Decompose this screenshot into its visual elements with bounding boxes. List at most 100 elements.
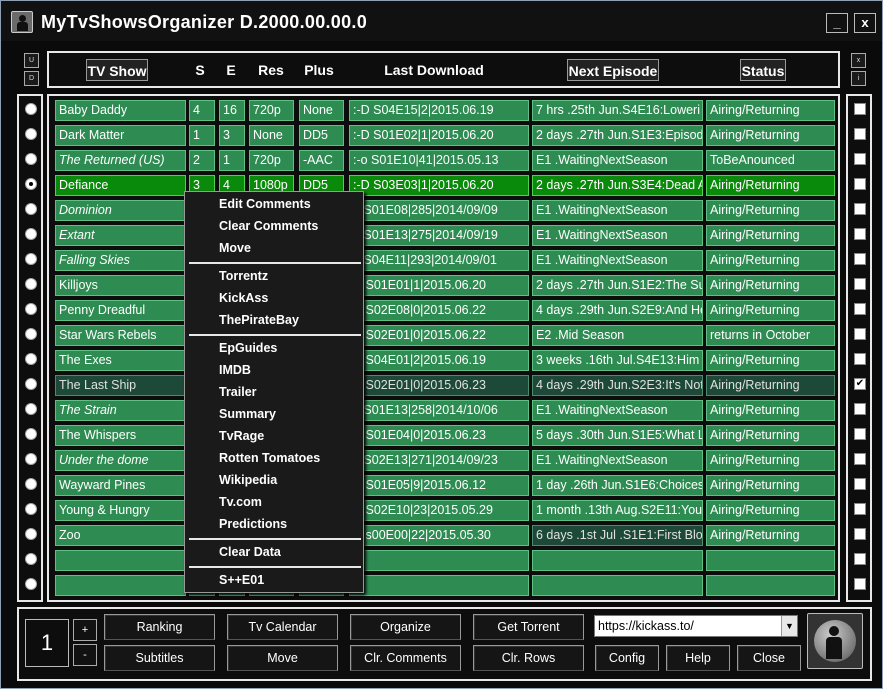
status-cell[interactable]: Airing/Returning — [706, 300, 835, 321]
status-cell[interactable]: Airing/Returning — [706, 500, 835, 521]
episode-cell[interactable]: 3 — [219, 125, 245, 146]
last-download-cell[interactable]: D S01E04|0|2015.06.23 — [349, 425, 529, 446]
row-radio[interactable] — [25, 128, 37, 140]
next-episode-cell[interactable]: 6 days .1st Jul .S1E1:First Bloo — [532, 525, 703, 546]
header-plus[interactable]: Plus — [301, 59, 337, 81]
status-cell[interactable]: Airing/Returning — [706, 175, 835, 196]
row-radio[interactable] — [25, 578, 37, 590]
next-episode-cell[interactable]: 1 month .13th Aug.S2E11:Your — [532, 500, 703, 521]
status-cell[interactable]: Airing/Returning — [706, 125, 835, 146]
show-name-cell[interactable]: Dark Matter — [55, 125, 186, 146]
show-name-cell[interactable]: The Exes — [55, 350, 186, 371]
next-episode-cell[interactable]: E2 .Mid Season — [532, 325, 703, 346]
status-cell[interactable]: Airing/Returning — [706, 100, 835, 121]
menu-item-trailer[interactable]: Trailer — [219, 382, 257, 402]
row-checkbox[interactable] — [854, 178, 866, 190]
menu-item-predictions[interactable]: Predictions — [219, 514, 287, 534]
show-name-cell[interactable] — [55, 575, 186, 596]
last-download-cell[interactable]: D s00E00|22|2015.05.30 — [349, 525, 529, 546]
status-cell[interactable]: Airing/Returning — [706, 375, 835, 396]
show-name-cell[interactable]: Killjoys — [55, 275, 186, 296]
menu-item-clear-data[interactable]: Clear Data — [219, 542, 281, 562]
last-download-cell[interactable]: o S01E13|275|2014/09/19 — [349, 225, 529, 246]
torrent-site-select[interactable]: https://kickass.to/ ▼ — [594, 615, 798, 637]
show-name-cell[interactable]: Baby Daddy — [55, 100, 186, 121]
row-checkbox[interactable] — [854, 103, 866, 115]
organize-button[interactable]: Organize — [350, 614, 461, 640]
menu-item-tvrage[interactable]: TvRage — [219, 426, 264, 446]
last-download-cell[interactable] — [349, 575, 529, 596]
show-name-cell[interactable]: Falling Skies — [55, 250, 186, 271]
row-radio[interactable] — [25, 153, 37, 165]
next-episode-cell[interactable]: 7 hrs .25th Jun.S4E16:Loweri — [532, 100, 703, 121]
last-download-cell[interactable]: D S01E01|1|2015.06.20 — [349, 275, 529, 296]
last-download-cell[interactable]: :-D S03E03|1|2015.06.20 — [349, 175, 529, 196]
row-checkbox[interactable] — [854, 503, 866, 515]
move-button[interactable]: Move — [227, 645, 338, 671]
menu-item-move[interactable]: Move — [219, 238, 251, 258]
page-increment-button[interactable]: + — [73, 619, 97, 641]
last-download-cell[interactable]: D S04E01|2|2015.06.19 — [349, 350, 529, 371]
episode-cell[interactable]: 16 — [219, 100, 245, 121]
status-cell[interactable]: Airing/Returning — [706, 450, 835, 471]
season-cell[interactable]: 4 — [189, 100, 215, 121]
header-episode[interactable]: E — [222, 59, 240, 81]
row-radio[interactable] — [25, 478, 37, 490]
last-download-cell[interactable]: o S04E11|293|2014/09/01 — [349, 250, 529, 271]
row-checkbox[interactable] — [854, 253, 866, 265]
status-cell[interactable]: Airing/Returning — [706, 225, 835, 246]
close-button[interactable]: Close — [737, 645, 801, 671]
last-download-cell[interactable]: D S02E10|23|2015.05.29 — [349, 500, 529, 521]
next-episode-cell[interactable]: E1 .WaitingNextSeason — [532, 150, 703, 171]
row-checkbox[interactable] — [854, 403, 866, 415]
row-checkbox[interactable] — [854, 553, 866, 565]
header-status[interactable]: Status — [740, 59, 786, 81]
menu-item-edit-comments[interactable]: Edit Comments — [219, 194, 311, 214]
status-cell[interactable] — [706, 550, 835, 571]
row-radio[interactable] — [25, 453, 37, 465]
show-name-cell[interactable]: The Last Ship — [55, 375, 186, 396]
tv-calendar-button[interactable]: Tv Calendar — [227, 614, 338, 640]
show-name-cell[interactable]: Young & Hungry — [55, 500, 186, 521]
menu-item-kickass[interactable]: KickAss — [219, 288, 268, 308]
row-checkbox[interactable] — [854, 278, 866, 290]
next-episode-cell[interactable] — [532, 575, 703, 596]
show-name-cell[interactable]: Wayward Pines — [55, 475, 186, 496]
row-radio[interactable] — [25, 228, 37, 240]
last-download-cell[interactable]: :-o S01E10|41|2015.05.13 — [349, 150, 529, 171]
status-cell[interactable]: Airing/Returning — [706, 350, 835, 371]
chevron-down-icon[interactable]: ▼ — [781, 616, 797, 636]
next-episode-cell[interactable]: 1 day .26th Jun.S1E6:Choices — [532, 475, 703, 496]
row-radio[interactable] — [25, 378, 37, 390]
last-download-cell[interactable]: :-D S04E15|2|2015.06.19 — [349, 100, 529, 121]
show-name-cell[interactable]: Zoo — [55, 525, 186, 546]
show-name-cell[interactable]: Dominion — [55, 200, 186, 221]
last-download-cell[interactable]: o S01E13|258|2014/10/06 — [349, 400, 529, 421]
subtitles-button[interactable]: Subtitles — [104, 645, 215, 671]
page-decrement-button[interactable]: - — [73, 644, 97, 666]
show-name-cell[interactable]: The Returned (US) — [55, 150, 186, 171]
row-checkbox[interactable] — [854, 303, 866, 315]
row-radio[interactable] — [25, 403, 37, 415]
menu-item-s-e01[interactable]: S++E01 — [219, 570, 264, 590]
resolution-cell[interactable]: 720p — [249, 150, 294, 171]
row-radio[interactable] — [25, 428, 37, 440]
menu-item-torrentz[interactable]: Torrentz — [219, 266, 268, 286]
show-name-cell[interactable]: The Strain — [55, 400, 186, 421]
row-checkbox[interactable] — [854, 453, 866, 465]
status-cell[interactable]: Airing/Returning — [706, 275, 835, 296]
plus-cell[interactable]: None — [299, 100, 344, 121]
show-name-cell[interactable]: Under the dome — [55, 450, 186, 471]
row-radio[interactable] — [25, 278, 37, 290]
row-checkbox[interactable] — [854, 203, 866, 215]
status-cell[interactable]: Airing/Returning — [706, 425, 835, 446]
next-episode-cell[interactable]: 5 days .30th Jun.S1E5:What L — [532, 425, 703, 446]
row-checkbox[interactable] — [854, 478, 866, 490]
last-download-cell[interactable]: :-D S01E02|1|2015.06.20 — [349, 125, 529, 146]
show-name-cell[interactable]: Defiance — [55, 175, 186, 196]
minimize-button[interactable]: _ — [826, 13, 848, 33]
ranking-button[interactable]: Ranking — [104, 614, 215, 640]
episode-cell[interactable]: 1 — [219, 150, 245, 171]
status-cell[interactable] — [706, 575, 835, 596]
scroll-down-button[interactable]: D — [24, 71, 39, 86]
